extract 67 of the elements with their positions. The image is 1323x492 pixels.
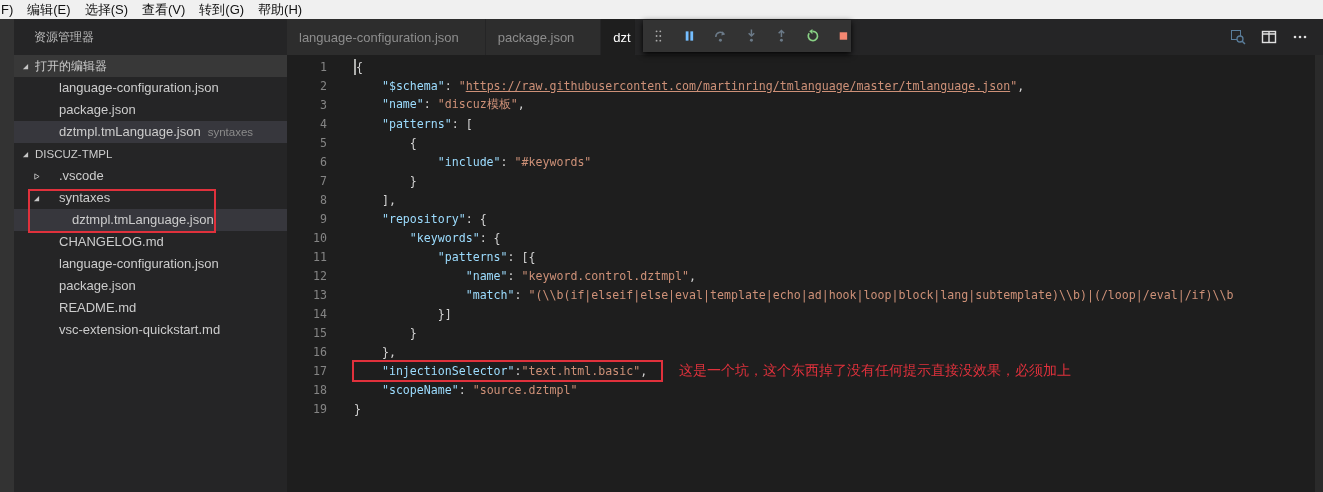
code-line: "scopeName": "source.dztmpl" <box>380 381 578 398</box>
code-line: { <box>354 58 363 75</box>
tree-item[interactable]: syntaxes <box>14 187 287 209</box>
code-line: "patterns": [ <box>380 115 473 132</box>
line-number: 15 <box>312 325 328 340</box>
split-editor-icon[interactable] <box>1261 29 1277 45</box>
line-number: 19 <box>312 401 328 416</box>
open-editor-item[interactable]: language-configuration.json <box>14 77 287 99</box>
restart-icon[interactable] <box>805 28 821 44</box>
menu-item[interactable]: 查看(V) <box>140 0 187 19</box>
tree-item[interactable]: dztmpl.tmLanguage.json <box>14 209 287 231</box>
line-number: 5 <box>319 135 328 150</box>
code-line: } <box>354 400 361 417</box>
expanded-triangle-icon <box>22 150 29 158</box>
step-over-icon[interactable] <box>712 28 728 44</box>
line-number: 14 <box>312 306 328 321</box>
section-header[interactable]: 打开的编辑器 <box>14 55 287 77</box>
code-line: "patterns": [{ <box>436 248 536 265</box>
line-number: 8 <box>319 192 328 207</box>
sidebar-title: 资源管理器 <box>33 29 95 46</box>
code-line: "match": "(\\b(if|elseif|else|eval|template|echo|ad|hook|loop|block|lang|subtemplate)\\b)|(/loop|/eval|/if)\\b <box>464 286 1234 303</box>
tree-item[interactable]: CHANGELOG.md <box>14 231 287 253</box>
line-number: 10 <box>312 230 328 245</box>
code-line: { <box>408 134 417 151</box>
tree-item[interactable]: .vscode <box>14 165 287 187</box>
code-line: "include": "#keywords" <box>436 153 592 170</box>
menu-item[interactable]: 编辑(E) <box>26 0 72 19</box>
code-line: } <box>408 172 417 189</box>
open-editor-item[interactable]: dztmpl.tmLanguage.json syntaxes <box>14 121 287 143</box>
line-number: 6 <box>319 154 328 169</box>
line-number: 17 <box>312 363 328 378</box>
menu-item[interactable]: 转到(G) <box>198 0 246 19</box>
line-number: 7 <box>319 173 328 188</box>
line-number: 4 <box>319 116 328 131</box>
line-number: 13 <box>312 287 328 302</box>
code-line: ], <box>380 191 396 208</box>
code-line: "keywords": { <box>408 229 501 246</box>
code-line: }, <box>380 343 396 360</box>
menu-item[interactable]: 帮助(H) <box>257 0 304 19</box>
editor-tab[interactable]: dzt <box>601 19 636 55</box>
code-line: "$schema": "https://raw.githubusercontent.com/martinring/tmlanguage/master/tmlanguage.json", <box>380 77 1025 94</box>
tree-item[interactable]: language-configuration.json <box>14 253 287 275</box>
search-icon[interactable] <box>1230 29 1246 45</box>
code-line: "name": "keyword.control.dztmpl", <box>464 267 697 284</box>
tree-item[interactable]: vsc-extension-quickstart.md <box>14 319 287 341</box>
line-number: 3 <box>319 97 328 112</box>
open-editor-item[interactable]: package.json <box>14 99 287 121</box>
code-line: } <box>408 324 417 341</box>
expanded-triangle-icon <box>22 62 29 70</box>
code-line: "name": "discuz模板", <box>380 96 525 113</box>
line-number: 18 <box>312 382 328 397</box>
line-number: 2 <box>319 78 328 93</box>
annotation-note: 这是一个坑，这个东西掉了没有任何提示直接没效果，必须加上 <box>679 361 1072 380</box>
line-number: 11 <box>312 249 328 264</box>
code-line: "repository": { <box>380 210 487 227</box>
code-line: }] <box>436 305 452 322</box>
line-number: 1 <box>319 59 328 74</box>
menu-item[interactable]: F) <box>0 2 15 17</box>
section-header[interactable]: DISCUZ-TMPL <box>14 143 287 165</box>
editor-tab[interactable]: language-configuration.json <box>287 19 486 55</box>
line-number: 12 <box>312 268 328 283</box>
line-number: 9 <box>319 211 328 226</box>
menu-item[interactable]: 选择(S) <box>83 0 129 19</box>
editor-tab[interactable]: package.json <box>485 19 602 55</box>
line-number: 16 <box>312 344 328 359</box>
tree-item[interactable]: package.json <box>14 275 287 297</box>
tree-item[interactable]: README.md <box>14 297 287 319</box>
